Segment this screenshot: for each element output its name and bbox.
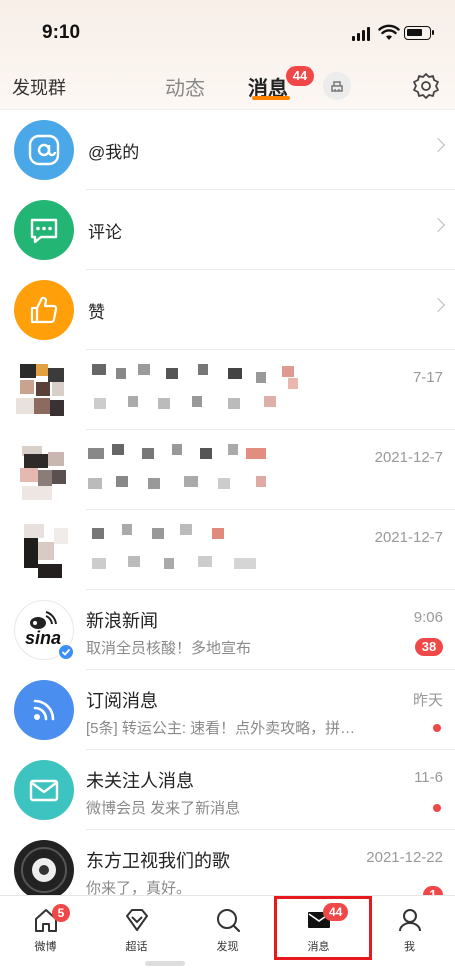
verified-badge-icon: [58, 644, 74, 660]
blurred-content: [88, 364, 318, 416]
message-title: 订阅消息: [86, 691, 158, 711]
gear-icon: [413, 73, 439, 99]
chevron-right-icon: [430, 217, 446, 233]
thumbs-up-icon: [14, 280, 74, 340]
unread-dot: [433, 724, 441, 732]
tab-super-topic[interactable]: 超话: [91, 896, 182, 968]
avatar: [12, 360, 74, 422]
active-tab-indicator: [252, 96, 290, 100]
avatar: [12, 520, 74, 582]
message-title: 新浪新闻: [86, 611, 158, 631]
mentions-row[interactable]: @我的: [0, 110, 455, 190]
blurred-content: [88, 444, 318, 496]
tab-discover[interactable]: 发现: [182, 896, 273, 968]
tab-label: 我: [404, 941, 415, 953]
list-item[interactable]: 2021-12-7: [0, 430, 455, 510]
message-time: 昨天: [412, 692, 443, 709]
mentions-label: @我的: [88, 143, 140, 162]
list-item-sina-news[interactable]: sina 新浪新闻 取消全员核酸！多地宣布 9:06 38: [0, 590, 455, 670]
message-time: 2021-12-7: [374, 529, 443, 546]
at-icon: [14, 120, 74, 180]
message-title: 东方卫视我们的歌: [86, 851, 230, 871]
mail-icon: [14, 760, 74, 820]
likes-row[interactable]: 赞: [0, 270, 455, 350]
message-time: 2021-12-22: [366, 849, 443, 866]
comments-row[interactable]: 评论: [0, 190, 455, 270]
profile-icon: [398, 909, 421, 932]
rss-icon: [14, 680, 74, 740]
likes-label: 赞: [88, 303, 105, 322]
chevron-right-icon: [430, 297, 446, 313]
wifi-icon: [378, 24, 400, 40]
home-badge: 5: [52, 904, 70, 922]
message-time: 11-6: [414, 769, 443, 786]
signal-icon: [352, 27, 372, 41]
diamond-icon: [125, 909, 148, 931]
message-preview: [5条] 转运公主: 速看！点外卖攻略，拼…: [86, 720, 356, 737]
unread-count-badge: 38: [415, 638, 443, 656]
messages-tab-badge: 44: [286, 66, 314, 86]
settings-button[interactable]: [410, 70, 442, 102]
comment-icon: [14, 200, 74, 260]
highlight-annotation: [274, 896, 372, 960]
search-icon: [216, 909, 240, 933]
home-indicator: [145, 961, 185, 966]
broom-icon: [331, 81, 343, 92]
tab-label: 发现: [216, 941, 239, 953]
chevron-right-icon: [430, 137, 446, 153]
tab-me[interactable]: 我: [364, 896, 455, 968]
message-time: 7-17: [412, 369, 443, 386]
tab-label: 超话: [125, 941, 148, 953]
message-preview: 取消全员核酸！多地宣布: [86, 640, 252, 657]
svg-text:sina: sina: [25, 628, 61, 648]
list-item-unfollowed-messages[interactable]: 未关注人消息 微博会员 发来了新消息 11-6: [0, 750, 455, 830]
avatar: [14, 840, 74, 900]
message-preview: 微博会员 发来了新消息: [86, 800, 241, 817]
message-time: 2021-12-7: [374, 449, 443, 466]
top-navigation: 发现群 动态 消息 44: [0, 62, 455, 110]
tab-label: 微博: [34, 941, 57, 953]
clear-unread-button[interactable]: [323, 72, 351, 100]
status-time: 9:10: [42, 22, 81, 43]
bottom-tab-bar: 5 微博 超话 发现 44 消息 我: [0, 895, 455, 968]
avatar: [12, 440, 74, 502]
tab-home[interactable]: 5 微博: [0, 896, 91, 968]
comments-label: 评论: [88, 223, 122, 242]
battery-icon: [404, 26, 434, 40]
tab-feed[interactable]: 动态: [165, 72, 205, 101]
message-time: 9:06: [413, 609, 443, 626]
discover-groups-link[interactable]: 发现群: [12, 74, 66, 100]
message-title: 未关注人消息: [86, 771, 194, 791]
unread-dot: [433, 804, 441, 812]
list-item[interactable]: 2021-12-7: [0, 510, 455, 590]
message-list: @我的 评论 赞 7-17 2021-12-7 2021-12-7 sina 新…: [0, 110, 455, 910]
list-item-subscriptions[interactable]: 订阅消息 [5条] 转运公主: 速看！点外卖攻略，拼… 昨天: [0, 670, 455, 750]
list-item[interactable]: 7-17: [0, 350, 455, 430]
blurred-content: [88, 524, 318, 576]
status-bar: 9:10: [0, 0, 455, 62]
